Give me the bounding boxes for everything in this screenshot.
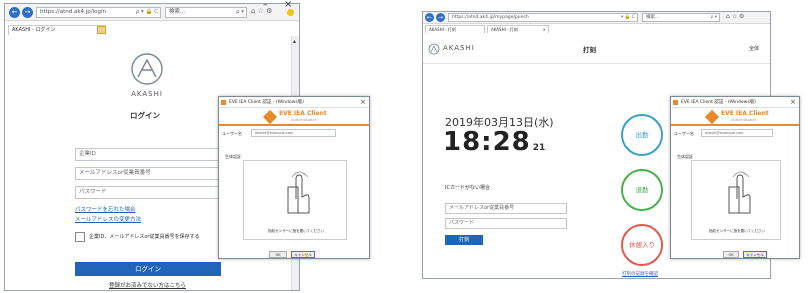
fingerprint-hand-icon	[287, 171, 310, 214]
punch-header: AKASHI 打刻 全体	[423, 34, 770, 64]
address-icons: ▾ 🔒 C	[621, 15, 635, 20]
search-placeholder: 検索...	[646, 15, 660, 20]
user-field[interactable]: akashi@example.com	[251, 129, 336, 137]
user-label: ユーザー名	[674, 131, 694, 136]
dialog-ok-button[interactable]: OK	[723, 251, 739, 258]
instruction-text: 指紋センサーに指を置いてください	[268, 229, 324, 233]
akashi-logo-icon	[131, 53, 163, 85]
back-icon[interactable]: ←	[425, 13, 434, 22]
fingerprint-panel: 指紋センサーに指を置いてください	[691, 160, 781, 240]
punch-email-input[interactable]: メールアドレスor従業員番号	[445, 203, 567, 214]
dialog-title-bar: EVE IEA Client 認証 - (Windows版) ×	[219, 97, 369, 108]
minimize-icon[interactable]: –	[263, 0, 268, 10]
clock-in-button[interactable]: 出勤	[621, 114, 663, 156]
tab-label: AKASHI - 打刻	[429, 27, 456, 32]
address-icons: ρ ▾ 🔒 C	[135, 9, 158, 15]
eve-logo-icon	[262, 109, 278, 125]
ic-card-label: ICカードがない場合	[445, 185, 490, 191]
toolbar-icons[interactable]: ⌂ ☆ ⚙	[726, 13, 744, 20]
dialog-title: EVE IEA Client 認証 - (Windows版)	[681, 100, 756, 105]
fingerprint-hand-icon	[728, 171, 751, 214]
eve-logo-icon	[704, 109, 720, 125]
forward-icon[interactable]: →	[436, 13, 445, 22]
dialog-cancel-button[interactable]: キャンセル	[743, 251, 767, 258]
right-auth-dialog: EVE IEA Client 認証 - (Windows版) × EVE IEA…	[670, 96, 800, 259]
password-input[interactable]: パスワード	[75, 186, 227, 199]
login-button[interactable]: ログイン	[75, 262, 221, 276]
user-field[interactable]: akashi@example.com	[701, 129, 773, 137]
login-heading: ログイン	[130, 111, 160, 120]
left-address-bar[interactable]: https://atnd.ak4.jp/login ρ ▾ 🔒 C	[36, 7, 161, 18]
dialog-header: EVE IEA Client Authentication	[219, 108, 369, 126]
clock-out-button[interactable]: 退勤	[621, 169, 663, 211]
left-search-box[interactable]: 検索... ρ ▾	[165, 7, 247, 18]
left-browser-toolbar: ← → https://atnd.ak4.jp/login ρ ▾ 🔒 C 検索…	[5, 0, 299, 21]
address-text: https://atnd.ak4.jp/login	[40, 9, 107, 15]
akashi-logo-icon	[428, 43, 440, 55]
tab-close-icon[interactable]: ×	[543, 26, 546, 33]
punch-page-title: 打刻	[583, 46, 596, 54]
fingerprint-panel: 指紋センサーに指を置いてください	[243, 160, 347, 240]
right-browser-toolbar: ← → https://atnd.ak4.jp/mypage/punch ▾ 🔒…	[423, 12, 770, 24]
right-tab-2[interactable]: AKASHI - 打刻 ×	[487, 25, 549, 33]
logo-sub: Authentication	[291, 118, 317, 122]
logo-text: EVE IEA Client	[279, 110, 327, 117]
app-icon	[221, 100, 226, 105]
scroll-up-icon[interactable]: ▴	[293, 38, 296, 45]
section-label: 生体認証	[225, 154, 241, 159]
email-input[interactable]: メールアドレスor従業員番号	[75, 167, 227, 180]
time-value: 18:28	[443, 127, 531, 157]
instruction-text: 指紋センサーに指を置いてください	[709, 229, 765, 233]
time-seconds: 21	[532, 143, 546, 153]
logo-sub: Authentication	[731, 118, 757, 122]
logo-text: EVE IEA Client	[721, 110, 769, 117]
left-tab[interactable]: AKASHI - ログイン ×	[8, 25, 106, 35]
dialog-close-icon[interactable]: ×	[790, 97, 796, 107]
search-placeholder: 検索...	[169, 9, 186, 15]
punch-brand: AKASHI	[443, 44, 475, 52]
forgot-password-link[interactable]: パスワードを忘れた場合	[75, 205, 136, 213]
right-address-bar[interactable]: https://atnd.ak4.jp/mypage/punch ▾ 🔒 C	[448, 13, 638, 22]
punch-time: 18:28 21	[443, 127, 545, 157]
right-tab-1[interactable]: AKASHI - 打刻	[425, 25, 485, 33]
company-id-input[interactable]: 企業ID	[75, 148, 227, 161]
toolbar-icons[interactable]: ⌂ ☆ ⚙	[251, 7, 272, 15]
punch-password-input[interactable]: パスワード	[445, 218, 567, 229]
dialog-title: EVE IEA Client 認証 - (Windows版)	[229, 100, 304, 105]
back-icon[interactable]: ←	[9, 7, 20, 18]
break-in-button[interactable]: 休憩入り	[621, 224, 663, 266]
remember-label: 企業ID、メールアドレスor従業員番号を保存する	[89, 234, 200, 240]
dialog-cancel-button[interactable]: キャンセル	[291, 251, 315, 258]
first-time-link[interactable]: 登録がお済みでない方はこちら	[109, 281, 186, 289]
user-label: ユーザー名	[222, 131, 242, 136]
dialog-header: EVE IEA Client Authentication	[671, 108, 799, 126]
dialog-title-bar: EVE IEA Client 認証 - (Windows版) ×	[671, 97, 799, 108]
dialog-ok-button[interactable]: OK	[269, 251, 287, 258]
user-menu[interactable]: 全体	[749, 45, 759, 52]
dialog-close-icon[interactable]: ×	[360, 97, 366, 107]
app-icon	[673, 100, 678, 105]
search-icon[interactable]: ρ ▾	[710, 14, 717, 21]
history-link[interactable]: 打刻の記録を確認	[622, 271, 658, 277]
tab-label: AKASHI - ログイン	[12, 27, 56, 33]
remember-checkbox[interactable]	[75, 232, 85, 242]
forward-icon[interactable]: →	[22, 7, 33, 18]
change-email-link[interactable]: メールアドレスの変更方法	[75, 215, 141, 223]
left-auth-dialog: EVE IEA Client 認証 - (Windows版) × EVE IEA…	[218, 96, 370, 259]
smiley-icon[interactable]	[287, 9, 294, 16]
new-tab-icon[interactable]	[97, 26, 106, 34]
search-icon[interactable]: ρ ▾	[236, 8, 244, 17]
tab-label: AKASHI - 打刻	[491, 27, 518, 32]
login-brand: AKASHI	[131, 90, 163, 98]
right-search-box[interactable]: 検索... ρ ▾	[642, 13, 720, 22]
address-text: https://atnd.ak4.jp/mypage/punch	[452, 15, 529, 20]
punch-button[interactable]: 打刻	[445, 235, 483, 245]
